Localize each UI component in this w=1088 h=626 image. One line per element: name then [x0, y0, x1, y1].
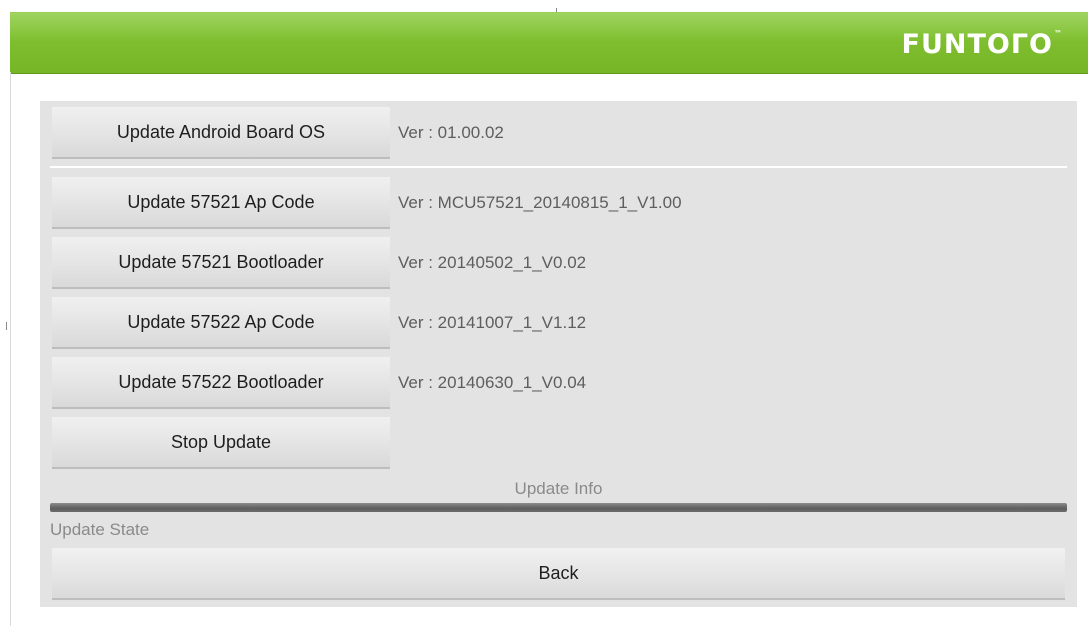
- update-panel: Update Android Board OS Ver : 01.00.02 U…: [40, 101, 1077, 607]
- 57522-ap-code-version: Ver : 20141007_1_V1.12: [398, 313, 587, 332]
- section-divider: [50, 166, 1067, 168]
- update-progress-bar: [50, 503, 1067, 512]
- update-android-board-os-button[interactable]: Update Android Board OS: [52, 107, 390, 159]
- brand-logo: FUNTOΓO™: [902, 29, 1063, 60]
- top-bar: FUNTOΓO™: [10, 12, 1088, 73]
- 57521-bootloader-version: Ver : 20140502_1_V0.02: [398, 253, 587, 272]
- 57521-ap-code-version: Ver : MCU57521_20140815_1_V1.00: [398, 193, 682, 212]
- left-tick-mark: [6, 322, 7, 330]
- update-state-label: Update State: [50, 520, 150, 539]
- update-57522-bootloader-button[interactable]: Update 57522 Bootloader: [52, 357, 390, 409]
- left-edge-line: [10, 72, 11, 626]
- update-57522-ap-code-button[interactable]: Update 57522 Ap Code: [52, 297, 390, 349]
- screen: FUNTOΓO™ Update Android Board OS Ver : 0…: [0, 0, 1088, 626]
- trademark-mark: ™: [1054, 29, 1062, 38]
- update-57521-bootloader-button[interactable]: Update 57521 Bootloader: [52, 237, 390, 289]
- update-info-label: Update Info: [514, 479, 603, 498]
- brand-logo-text: FUNTOΓO: [901, 29, 1053, 60]
- update-57521-ap-code-button[interactable]: Update 57521 Ap Code: [52, 177, 390, 229]
- android-board-os-version: Ver : 01.00.02: [398, 123, 504, 142]
- 57522-bootloader-version: Ver : 20140630_1_V0.04: [398, 373, 587, 392]
- stop-update-button[interactable]: Stop Update: [52, 417, 390, 469]
- back-button[interactable]: Back: [52, 548, 1065, 600]
